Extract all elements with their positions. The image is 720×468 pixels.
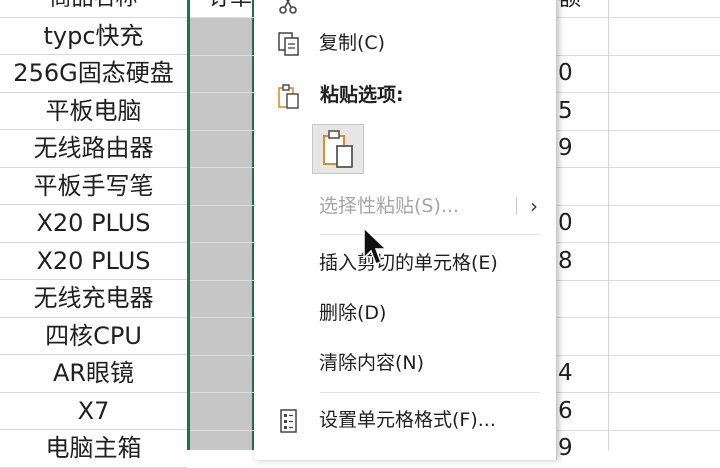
table-cell[interactable]: 4 xyxy=(556,355,720,393)
column-amount: 额 0 5 9 0 8 4 6 9 xyxy=(556,0,720,468)
menu-item-copy[interactable]: 复制(C) xyxy=(254,23,556,63)
split-separator xyxy=(516,197,517,215)
table-cell[interactable]: 5 xyxy=(556,93,720,131)
clipboard-icon xyxy=(278,84,299,109)
table-cell[interactable]: 平板手写笔 xyxy=(0,168,187,205)
paste-options-header: 粘贴选项: xyxy=(254,75,556,115)
menu-item-paste-special[interactable]: 选择性粘贴(S)... › xyxy=(254,186,556,226)
mouse-cursor-icon xyxy=(363,226,388,265)
copy-icon xyxy=(278,32,299,56)
menu-item-format-cells-label: 设置单元格格式(F)... xyxy=(319,409,496,431)
menu-separator xyxy=(320,234,540,235)
table-cell[interactable]: X20 PLUS xyxy=(0,205,187,243)
table-cell[interactable]: 9 xyxy=(556,430,720,468)
table-cell[interactable]: 无线充电器 xyxy=(0,280,187,318)
menu-item-clear-contents[interactable]: 清除内容(N) xyxy=(254,343,556,383)
table-cell[interactable]: 四核CPU xyxy=(0,318,187,355)
menu-item-insert-cut-cells-label: 插入剪切的单元格(E) xyxy=(319,252,498,274)
table-cell[interactable]: 0 xyxy=(556,55,720,93)
table-cell[interactable]: X20 PLUS xyxy=(0,243,187,280)
table-cell[interactable]: 8 xyxy=(556,243,720,281)
table-cell[interactable]: 平板电脑 xyxy=(0,93,187,130)
table-cell[interactable]: 0 xyxy=(556,205,720,243)
column-header-amount[interactable]: 额 xyxy=(556,0,720,18)
table-cell[interactable]: 256G固态硬盘 xyxy=(0,55,187,93)
menu-item-cut[interactable] xyxy=(254,0,556,22)
table-cell[interactable] xyxy=(556,318,720,356)
scissors-icon xyxy=(279,0,297,14)
context-menu: 复制(C) 粘贴选项: 选择性粘贴(S)... › 插入剪切的单元格(E) 删除… xyxy=(254,0,557,460)
table-cell[interactable]: typc快充 xyxy=(0,18,187,55)
menu-separator xyxy=(320,392,540,393)
menu-item-format-cells[interactable]: 设置单元格格式(F)... xyxy=(254,400,556,440)
table-cell[interactable] xyxy=(556,280,720,318)
menu-item-copy-label: 复制(C) xyxy=(319,32,386,54)
menu-item-delete[interactable]: 删除(D) xyxy=(254,293,556,333)
selected-column-cells[interactable] xyxy=(190,18,252,450)
format-cells-icon xyxy=(280,409,297,433)
column-header-order[interactable]: 订单 xyxy=(190,0,252,18)
table-cell[interactable]: 电脑主箱 xyxy=(0,430,187,468)
column-product-name: 商品名称 typc快充 256G固态硬盘 平板电脑 无线路由器 平板手写笔 X2… xyxy=(0,0,187,468)
table-cell[interactable]: AR眼镜 xyxy=(0,355,187,393)
menu-item-delete-label: 删除(D) xyxy=(319,302,387,324)
menu-item-clear-contents-label: 清除内容(N) xyxy=(319,352,425,374)
table-cell[interactable]: 无线路由器 xyxy=(0,130,187,168)
paste-clipboard-icon xyxy=(323,130,353,168)
menu-item-paste-special-label: 选择性粘贴(S)... xyxy=(319,195,460,217)
table-cell[interactable]: 9 xyxy=(556,130,720,168)
paste-option-button[interactable] xyxy=(312,124,364,174)
paste-options-label: 粘贴选项: xyxy=(320,84,404,106)
table-cell[interactable]: X7 xyxy=(0,393,187,430)
menu-item-insert-cut-cells[interactable]: 插入剪切的单元格(E) xyxy=(254,243,556,283)
table-cell[interactable]: 6 xyxy=(556,393,720,431)
column-header-product-name[interactable]: 商品名称 xyxy=(0,0,187,18)
chevron-right-icon[interactable]: › xyxy=(530,186,538,226)
selection-border-left xyxy=(187,0,190,450)
table-cell[interactable] xyxy=(556,18,720,56)
table-cell[interactable] xyxy=(556,168,720,206)
